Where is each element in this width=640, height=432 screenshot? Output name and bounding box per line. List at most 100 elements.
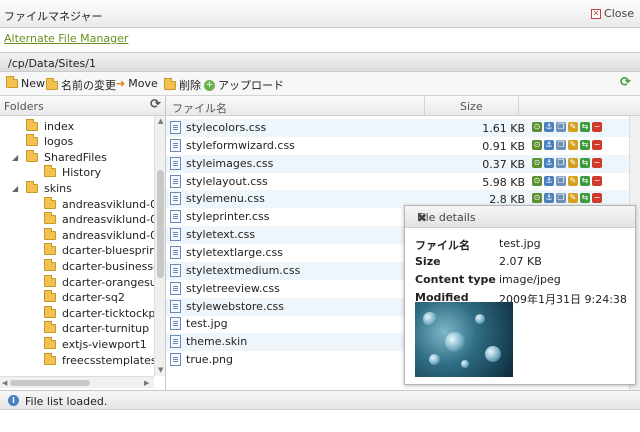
- upload-button[interactable]: + アップロード: [204, 77, 284, 93]
- close-icon: ✕: [591, 8, 602, 19]
- folder-tree-item[interactable]: ◢ skins: [12, 180, 72, 196]
- move-icon[interactable]: ⇆: [580, 193, 590, 204]
- folder-tree-item[interactable]: History: [30, 165, 101, 181]
- alternate-file-manager-link[interactable]: Alternate File Manager: [4, 32, 128, 45]
- expanded-arrow-icon[interactable]: ◢: [12, 153, 20, 162]
- folder-icon: [26, 180, 38, 193]
- folder-label: dcarter-sq2: [62, 291, 125, 305]
- move-icon[interactable]: ⇆: [580, 122, 590, 132]
- copy-icon[interactable]: ❐: [556, 122, 566, 132]
- file-name: true.png: [186, 353, 234, 367]
- folders-scroll-thumb[interactable]: [157, 170, 164, 278]
- preview-icon[interactable]: ⊙: [532, 193, 542, 204]
- delete-button[interactable]: 削除: [164, 77, 201, 93]
- folder-tree-item[interactable]: ◢ SharedFiles: [12, 149, 107, 165]
- refresh-icon[interactable]: ⟳: [620, 75, 631, 90]
- column-header-name[interactable]: ファイル名: [172, 100, 227, 116]
- folder-tree-item[interactable]: logos: [12, 134, 73, 150]
- move-icon[interactable]: ⇆: [580, 157, 590, 168]
- delete-icon[interactable]: −: [592, 122, 602, 132]
- css-file-icon: [170, 281, 181, 295]
- file-row[interactable]: stylecolors.css 1.61 KB ⊙ ⚓ ❐ ✎ ⇆ −: [166, 119, 629, 137]
- column-header-size[interactable]: Size: [460, 100, 483, 113]
- folder-label: dcarter-bluespring: [62, 244, 154, 258]
- delete-icon[interactable]: −: [592, 157, 602, 168]
- file-size: 0.37 KB: [482, 157, 525, 171]
- file-name-cell: true.png: [170, 353, 234, 367]
- link-icon[interactable]: ⚓: [544, 193, 554, 204]
- move-button[interactable]: ➜ Move: [116, 77, 158, 90]
- folder-tree-item[interactable]: andreasviklund-02-: [30, 212, 154, 228]
- upload-label: アップロード: [218, 79, 284, 92]
- file-row[interactable]: stylelayout.css 5.98 KB ⊙ ⚓ ❐ ✎ ⇆ −: [166, 173, 629, 191]
- file-name-cell: styletextlarge.css: [170, 245, 283, 259]
- css-file-icon: [170, 299, 181, 313]
- edit-icon[interactable]: ✎: [568, 139, 578, 150]
- copy-icon[interactable]: ❐: [556, 175, 566, 186]
- folder-icon: [26, 149, 38, 162]
- preview-icon[interactable]: ⊙: [532, 139, 542, 150]
- copy-icon[interactable]: ❐: [556, 193, 566, 204]
- preview-icon[interactable]: ⊙: [532, 122, 542, 132]
- copy-icon[interactable]: ❐: [556, 157, 566, 168]
- link-icon[interactable]: ⚓: [544, 139, 554, 150]
- folder-label: History: [62, 166, 102, 180]
- delete-icon[interactable]: −: [592, 175, 602, 186]
- folders-hscroll-thumb[interactable]: [10, 380, 90, 386]
- copy-icon[interactable]: ❐: [556, 139, 566, 150]
- file-name-cell: stylelayout.css: [170, 174, 268, 188]
- close-button[interactable]: ✕ Close: [591, 7, 634, 20]
- file-row[interactable]: styleimages.css 0.37 KB ⊙ ⚓ ❐ ✎ ⇆ −: [166, 154, 629, 173]
- new-folder-button[interactable]: New: [6, 76, 45, 90]
- link-icon[interactable]: ⚓: [544, 122, 554, 132]
- delete-label: 削除: [179, 79, 201, 92]
- preview-icon[interactable]: ⊙: [532, 175, 542, 186]
- edit-icon[interactable]: ✎: [568, 193, 578, 204]
- rename-button[interactable]: 名前の変更: [46, 77, 116, 93]
- window-titlebar: ファイルマネジャー ✕ Close: [0, 0, 640, 28]
- edit-icon[interactable]: ✎: [568, 122, 578, 132]
- scroll-down-icon[interactable]: ▼: [158, 366, 163, 374]
- detail-modified-value: 2009年1月31日 9:24:38: [499, 293, 627, 306]
- delete-icon[interactable]: −: [592, 139, 602, 150]
- scroll-up-icon[interactable]: ▲: [158, 117, 163, 125]
- folders-horizontal-scrollbar[interactable]: ◀ ▶: [0, 376, 154, 388]
- folder-tree-item[interactable]: andreasviklund-02: [30, 196, 154, 212]
- file-actions: ⊙ ⚓ ❐ ✎ ⇆ −: [532, 122, 602, 132]
- folders-refresh-icon[interactable]: ⟳: [150, 97, 161, 112]
- edit-icon[interactable]: ✎: [568, 157, 578, 168]
- folder-tree-item[interactable]: dcarter-bluespring: [30, 243, 154, 259]
- link-icon[interactable]: ⚓: [544, 157, 554, 168]
- folder-icon: [44, 352, 56, 365]
- file-row[interactable]: styleformwizard.css 0.91 KB ⊙ ⚓ ❐ ✎ ⇆ −: [166, 137, 629, 155]
- folder-tree-item[interactable]: dcarter-ticktockpro: [30, 305, 154, 321]
- delete-icon[interactable]: −: [592, 193, 602, 204]
- image-preview: [415, 302, 513, 377]
- folder-tree-item[interactable]: index: [12, 118, 74, 134]
- move-icon[interactable]: ⇆: [580, 139, 590, 150]
- file-name-cell: stylemenu.css: [170, 192, 265, 206]
- move-icon[interactable]: ⇆: [580, 175, 590, 186]
- file-details-close-icon[interactable]: ✖: [417, 211, 627, 225]
- folder-tree-item[interactable]: dcarter-businesson: [30, 258, 154, 274]
- folder-tree-item[interactable]: dcarter-turnitup: [30, 321, 149, 337]
- scroll-left-icon[interactable]: ◀: [2, 379, 7, 387]
- folders-vertical-scrollbar[interactable]: ▲ ▼: [154, 116, 165, 376]
- scroll-right-icon[interactable]: ▶: [144, 379, 149, 387]
- water-drop: [461, 360, 469, 368]
- folder-tree-item[interactable]: freecsstemplates-le: [30, 352, 154, 366]
- link-icon[interactable]: ⚓: [544, 175, 554, 186]
- expanded-arrow-icon[interactable]: ◢: [12, 184, 20, 193]
- folder-tree-item[interactable]: dcarter-orangesuns: [30, 274, 154, 290]
- water-drop: [429, 354, 440, 365]
- css-file-icon: [170, 192, 181, 206]
- window-title: ファイルマネジャー: [4, 10, 103, 23]
- preview-icon[interactable]: ⊙: [532, 157, 542, 168]
- folder-tree-item[interactable]: extjs-viewport1: [30, 336, 147, 352]
- folder-label: andreasviklund-02: [62, 197, 154, 211]
- folder-tree-item[interactable]: andreasviklund-04: [30, 227, 154, 243]
- file-name: styleformwizard.css: [186, 138, 295, 152]
- folder-tree-item[interactable]: dcarter-sq2: [30, 290, 125, 306]
- edit-icon[interactable]: ✎: [568, 175, 578, 186]
- folder-icon: [44, 258, 56, 271]
